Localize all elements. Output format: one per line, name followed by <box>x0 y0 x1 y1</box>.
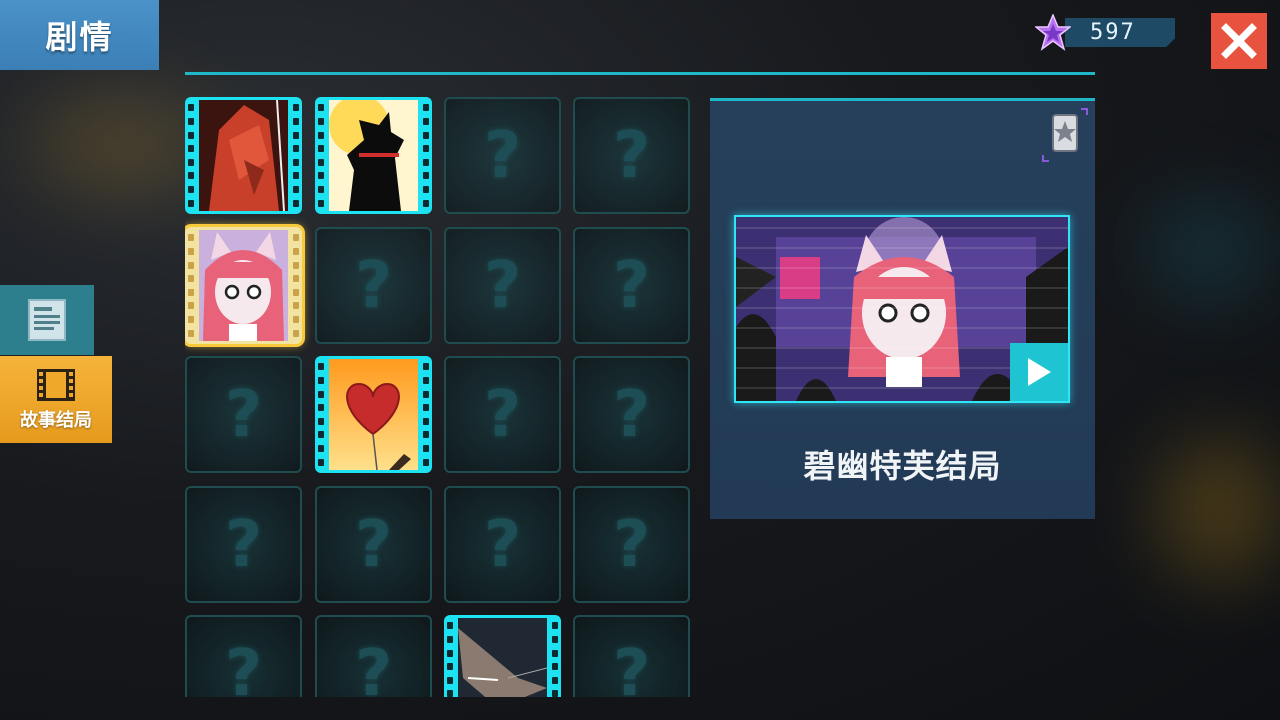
question-mark-icon: ? <box>612 636 651 698</box>
locked-story-cell: ? <box>444 486 561 603</box>
play-button[interactable] <box>1010 343 1068 401</box>
background-glow <box>1160 440 1280 580</box>
locked-story-cell: ? <box>185 615 302 697</box>
background-glow <box>30 100 210 190</box>
star-card-icon[interactable] <box>1041 107 1089 163</box>
header-divider <box>185 72 1095 75</box>
currency-amount: 597 <box>1090 20 1136 45</box>
purple-star-icon <box>1035 14 1071 51</box>
question-mark-icon: ? <box>483 507 522 582</box>
story-grid: ??????????????? <box>185 97 695 697</box>
tab-story-endings-label: 故事结局 <box>20 409 92 431</box>
locked-story-cell: ? <box>573 227 690 344</box>
story-cell-black-ninja[interactable] <box>315 97 432 214</box>
locked-story-cell: ? <box>315 615 432 697</box>
film-perforation <box>315 356 327 473</box>
question-mark-icon: ? <box>354 507 393 582</box>
question-mark-icon: ? <box>612 248 651 323</box>
film-perforation <box>185 97 197 214</box>
story-cell-wing-blade[interactable] <box>444 615 561 697</box>
film-perforation <box>420 356 432 473</box>
story-cell-pink-cat-girl[interactable] <box>185 227 302 344</box>
black-ninja-art <box>329 100 418 211</box>
locked-story-cell: ? <box>444 356 561 473</box>
close-button[interactable] <box>1211 13 1267 69</box>
question-mark-icon: ? <box>224 507 263 582</box>
tab-story-endings[interactable]: 故事结局 <box>0 356 112 443</box>
locked-story-cell: ? <box>573 356 690 473</box>
locked-story-cell: ? <box>444 227 561 344</box>
film-icon <box>37 368 75 401</box>
currency-display: 597 <box>1035 14 1175 51</box>
page-title: 剧情 <box>0 0 159 70</box>
ending-title: 碧幽特芙结局 <box>803 447 1002 485</box>
close-icon <box>1221 23 1257 59</box>
locked-story-cell: ? <box>185 356 302 473</box>
question-mark-icon: ? <box>354 636 393 698</box>
question-mark-icon: ? <box>354 248 393 323</box>
locked-story-cell: ? <box>315 486 432 603</box>
film-perforation <box>290 97 302 214</box>
pink-cat-girl-art <box>199 230 288 341</box>
locked-story-cell: ? <box>573 615 690 697</box>
red-warrior-art <box>199 100 288 211</box>
film-perforation <box>290 227 302 344</box>
tab-documents[interactable] <box>0 285 94 355</box>
question-mark-icon: ? <box>483 118 522 193</box>
story-cell-red-warrior[interactable] <box>185 97 302 214</box>
background-glow <box>1150 200 1270 300</box>
story-cell-heart-balloon[interactable] <box>315 356 432 473</box>
question-mark-icon: ? <box>483 248 522 323</box>
wing-blade-art <box>458 618 547 697</box>
question-mark-icon: ? <box>612 118 651 193</box>
document-icon <box>28 299 66 341</box>
play-icon <box>1028 358 1051 386</box>
film-perforation <box>444 615 456 697</box>
locked-story-cell: ? <box>315 227 432 344</box>
question-mark-icon: ? <box>224 636 263 698</box>
film-perforation <box>315 97 327 214</box>
film-perforation <box>549 615 561 697</box>
heart-balloon-art <box>329 359 418 470</box>
film-perforation <box>420 97 432 214</box>
question-mark-icon: ? <box>483 377 522 452</box>
film-perforation <box>185 227 197 344</box>
question-mark-icon: ? <box>224 377 263 452</box>
locked-story-cell: ? <box>573 97 690 214</box>
locked-story-cell: ? <box>573 486 690 603</box>
locked-story-cell: ? <box>185 486 302 603</box>
ending-preview[interactable] <box>734 215 1070 403</box>
detail-panel: 碧幽特芙结局 <box>710 98 1095 519</box>
question-mark-icon: ? <box>612 377 651 452</box>
locked-story-cell: ? <box>444 97 561 214</box>
question-mark-icon: ? <box>612 507 651 582</box>
